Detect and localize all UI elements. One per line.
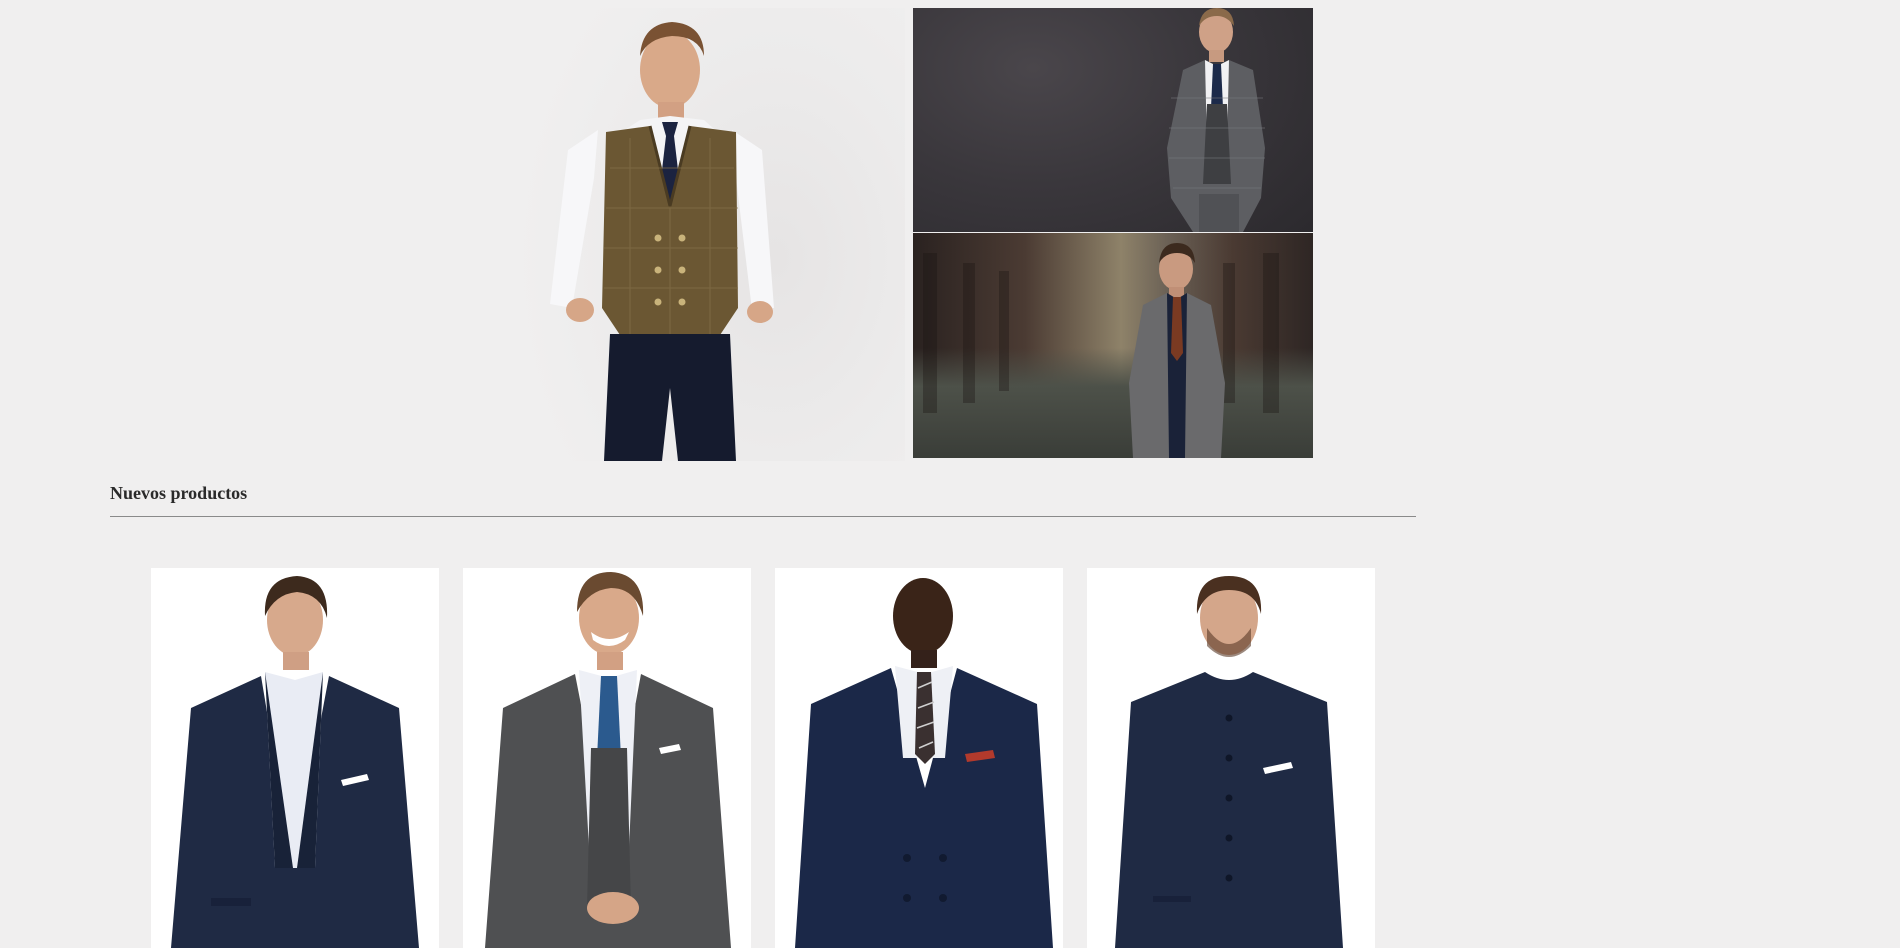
hero-banner-top-right[interactable] bbox=[913, 8, 1313, 232]
product-card[interactable] bbox=[151, 568, 439, 948]
waistcoat-model-image bbox=[550, 22, 774, 461]
product-card[interactable] bbox=[1087, 568, 1375, 948]
product-image bbox=[171, 576, 419, 948]
section-title: Nuevos productos bbox=[110, 483, 248, 503]
product-card[interactable] bbox=[463, 568, 751, 948]
product-image bbox=[1115, 576, 1343, 948]
hero-banner-bottom-right[interactable] bbox=[913, 233, 1313, 458]
product-image bbox=[795, 578, 1053, 948]
grey-suit-model-image bbox=[1167, 8, 1265, 232]
product-card[interactable] bbox=[775, 568, 1063, 948]
overcoat-model-image bbox=[923, 243, 1279, 458]
hero-banner-main[interactable] bbox=[110, 8, 905, 461]
section-divider bbox=[110, 516, 1416, 517]
product-image bbox=[485, 572, 731, 948]
